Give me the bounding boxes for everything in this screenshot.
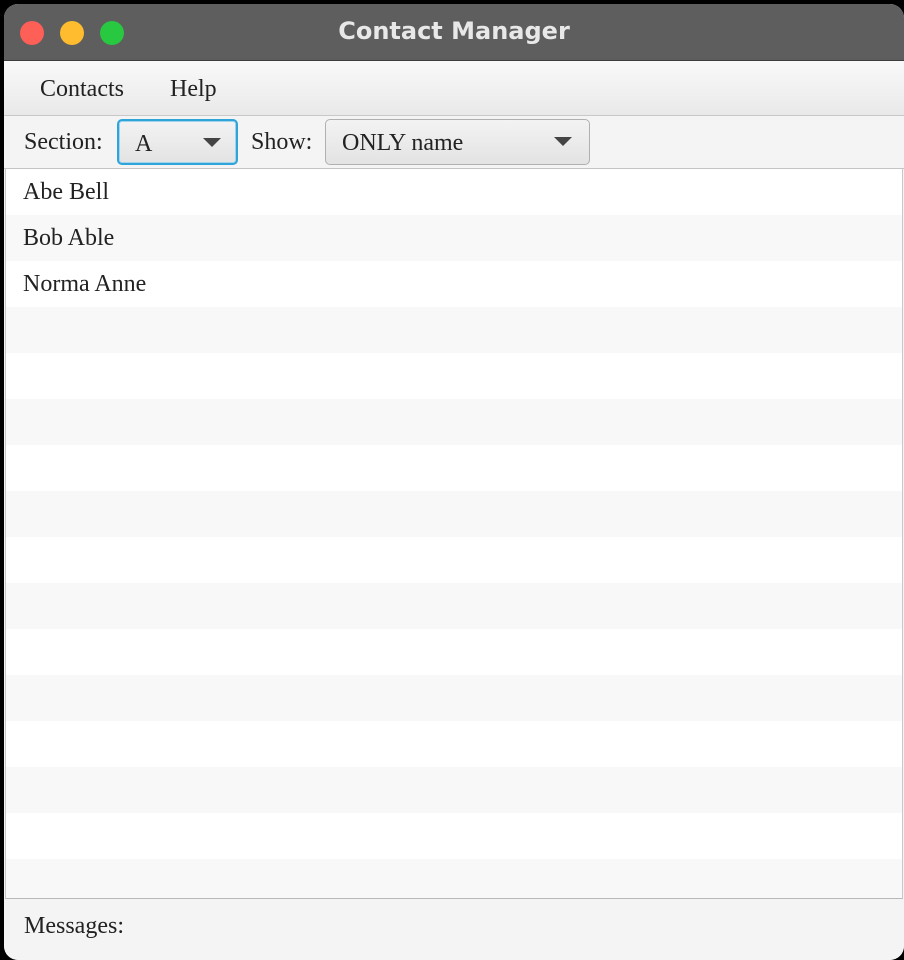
contact-list[interactable]: Abe Bell Bob Able Norma Anne [5,169,903,899]
messages-label: Messages: [24,913,124,939]
empty-list-row [6,721,902,767]
filter-toolbar: Section: A Show: ONLY name [4,116,904,169]
app-window: Contact Manager Contacts Help Section: A… [4,4,904,960]
empty-list-row [6,537,902,583]
chevron-down-icon [554,137,572,146]
contact-list-item[interactable]: Bob Able [6,215,902,261]
menu-contacts[interactable]: Contacts [40,75,124,103]
empty-list-row [6,859,902,898]
empty-list-row [6,307,902,353]
empty-list-row [6,491,902,537]
window-title: Contact Manager [338,17,570,45]
empty-list-row [6,813,902,859]
empty-list-row [6,675,902,721]
section-label: Section: [24,129,103,155]
chevron-down-icon [203,138,221,147]
show-dropdown-value: ONLY name [342,130,464,156]
show-label: Show: [251,129,313,155]
show-dropdown[interactable]: ONLY name [325,119,590,165]
contact-list-item[interactable]: Abe Bell [6,169,902,215]
status-bar: Messages: [4,900,904,960]
menu-help[interactable]: Help [170,75,217,103]
empty-list-row [6,353,902,399]
empty-list-row [6,767,902,813]
empty-list-row [6,445,902,491]
empty-list-row [6,629,902,675]
contact-list-item[interactable]: Norma Anne [6,261,902,307]
menu-bar: Contacts Help [4,61,904,116]
section-dropdown[interactable]: A [117,119,238,165]
empty-list-row [6,399,902,445]
title-bar[interactable]: Contact Manager [4,4,904,61]
section-dropdown-value: A [135,131,153,157]
empty-list-row [6,583,902,629]
